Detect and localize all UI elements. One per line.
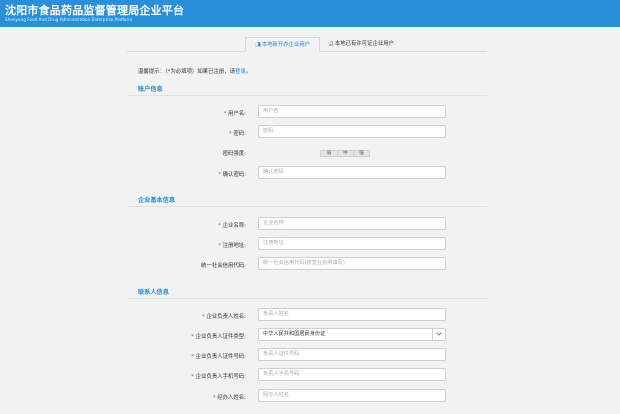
register-tabs: 👥︎ 本地新开办企业用户 👤︎ 本地已有许可证企业用户 (127, 35, 487, 52)
section-contact-title: 联系人信息 (138, 289, 169, 296)
label-text: 经办人姓名: (217, 395, 246, 401)
company-name-input[interactable]: 企业名称 (258, 217, 446, 230)
label-text: 密码: (233, 131, 246, 137)
strength-strong: 强 (353, 151, 369, 156)
tab-label: 本地已有许可证企业用户 (334, 41, 395, 47)
notice-prefix: 温馨提示：（*为必填项）如果已注册，请 (138, 69, 236, 75)
section-divider (127, 298, 487, 299)
required-mark: * (191, 354, 194, 360)
required-mark: * (191, 374, 194, 380)
label-text: 注册地址: (222, 243, 246, 249)
manager-phone-input[interactable]: 负责人手机号码 (258, 368, 446, 381)
manager-id-type-select[interactable]: 中华人民共和国居民身份证 (258, 328, 446, 341)
required-mark: * (191, 334, 194, 340)
required-mark: * (218, 243, 221, 249)
label-text: 确认密码: (222, 172, 246, 178)
password-input[interactable]: 密码 (258, 125, 446, 138)
user-icon: 👤︎ (328, 41, 335, 47)
manager-id-type-label: * 企业负责人证件类型: (128, 332, 246, 340)
required-mark: * (218, 172, 221, 178)
manager-id-no-input[interactable]: 负责人证件号码 (258, 348, 446, 361)
required-mark: * (228, 131, 232, 137)
notice-text: 温馨提示：（*为必填项）如果已注册，请登录。 (138, 67, 251, 75)
required-mark: * (212, 395, 216, 401)
manager-name-label: * 企业负责人姓名: (128, 312, 246, 320)
strength-medium: 中 (337, 151, 353, 156)
label-text: 企业负责人证件类型: (195, 334, 246, 340)
address-label: * 注册地址: (128, 241, 246, 249)
page-header: 沈阳市食品药品监督管理局企业平台 Shenyang Food And Drug … (0, 0, 620, 27)
label-text: 企业负责人手机号码: (195, 374, 246, 380)
label-text: 企业负责人姓名: (206, 314, 246, 320)
credit-code-input[interactable]: 统一社会信用代码(按营业执照填写) (258, 257, 446, 270)
username-label: * 用户名: (128, 109, 246, 117)
tab-label: 本地新开办企业用户 (261, 42, 311, 48)
users-icon: 👥︎ (254, 42, 262, 48)
label-text: 企业名称: (222, 223, 246, 229)
manager-phone-label: * 企业负责人手机号码: (128, 372, 246, 380)
tab-new-enterprise[interactable]: 👥︎ 本地新开办企业用户 (245, 37, 320, 52)
agent-name-label: * 经办人姓名: (128, 393, 246, 401)
password-label: * 密码: (128, 129, 246, 137)
confirm-password-input[interactable]: 确认密码 (258, 166, 446, 179)
confirm-password-label: * 确认密码: (128, 170, 246, 178)
required-mark: * (223, 111, 227, 117)
password-strength-meter: 弱中强 (320, 150, 370, 157)
section-account-title: 账户信息 (138, 86, 163, 93)
platform-subtitle: Shenyang Food And Drug Administration En… (5, 17, 133, 22)
section-divider (127, 95, 487, 96)
strength-weak: 弱 (326, 151, 332, 156)
platform-title: 沈阳市食品药品监督管理局企业平台 (5, 4, 185, 17)
manager-id-no-label: * 企业负责人证件号码: (128, 352, 246, 360)
manager-name-input[interactable]: 负责人姓名 (258, 308, 446, 321)
required-mark: * (218, 223, 221, 229)
scrollbar-track[interactable] (607, 27, 620, 414)
chevron-down-icon[interactable] (432, 329, 445, 340)
section-company-title: 企业基本信息 (138, 197, 176, 204)
login-link[interactable]: 登录 (235, 69, 246, 75)
username-input[interactable]: 用户名 (258, 105, 446, 118)
company-name-label: * 企业名称: (128, 221, 246, 229)
notice-suffix: 。 (245, 69, 252, 75)
label-text: 企业负责人证件号码: (195, 354, 246, 360)
section-divider (127, 206, 487, 207)
label-text: 用户名: (228, 111, 246, 117)
tab-licensed-enterprise[interactable]: 👤︎ 本地已有许可证企业用户 (322, 37, 400, 52)
agent-name-input[interactable]: 经办人姓名 (258, 389, 446, 402)
select-value: 中华人民共和国居民身份证 (263, 331, 326, 337)
credit-code-label: 统一社会信用代码: (201, 263, 246, 269)
address-input[interactable]: 注册地址 (258, 237, 446, 250)
strength-label: 密码强度: (222, 151, 246, 157)
required-mark: * (202, 314, 205, 320)
